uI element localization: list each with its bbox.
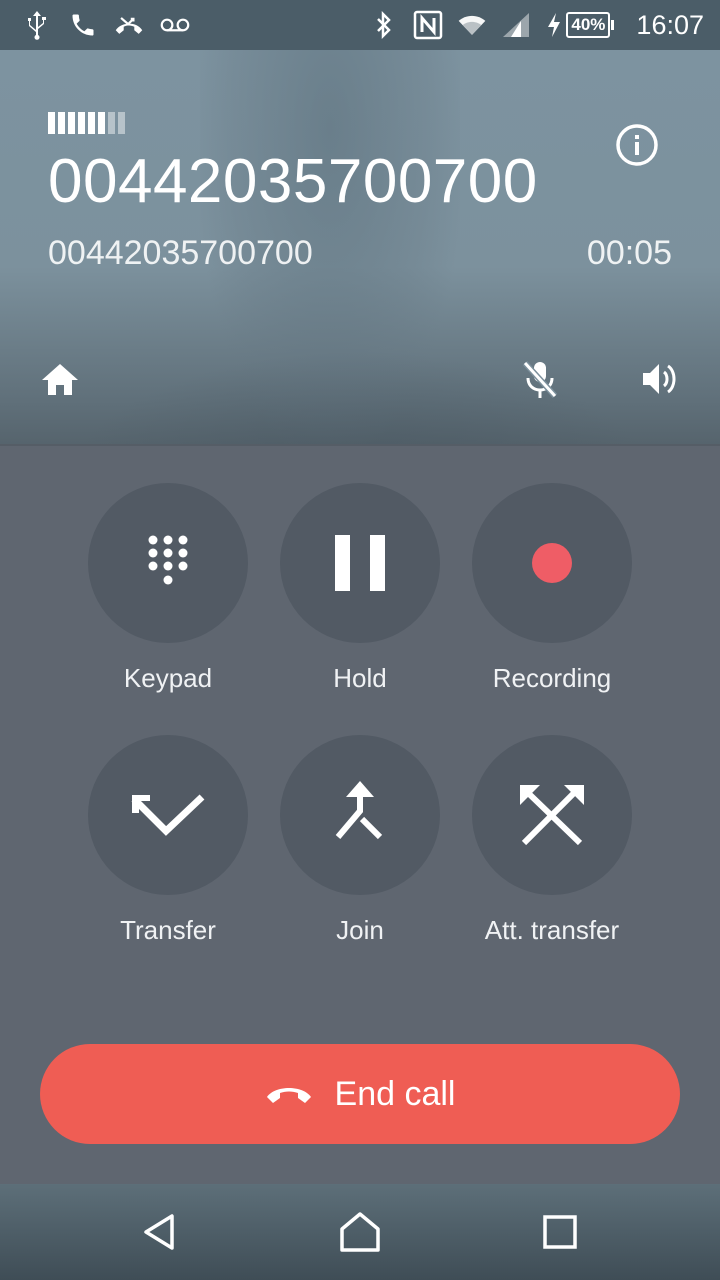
home-outline-icon — [340, 1212, 380, 1252]
dialpad-icon — [148, 535, 188, 585]
keypad-circle[interactable] — [88, 483, 248, 643]
end-call-label: End call — [334, 1074, 456, 1113]
att-transfer-circle[interactable] — [472, 735, 632, 895]
recents-icon — [543, 1215, 577, 1249]
att-transfer-button[interactable]: Att. transfer — [452, 735, 652, 946]
charging-icon — [545, 10, 563, 40]
att-transfer-label: Att. transfer — [484, 915, 620, 945]
join-label: Join — [336, 915, 384, 945]
battery-percent: 40% — [566, 12, 615, 38]
voicemail-icon — [160, 10, 190, 40]
speaker-button[interactable] — [632, 351, 688, 407]
hold-button[interactable]: Hold — [260, 483, 460, 694]
bluetooth-icon — [369, 10, 399, 40]
caller-number: 00442035700700 — [48, 234, 313, 272]
info-button[interactable] — [614, 122, 660, 168]
missed-call-icon — [114, 10, 144, 40]
contact-placeholder-shoulders — [60, 350, 660, 444]
status-bar: 40% 16:07 — [0, 0, 720, 50]
end-call-button[interactable]: End call — [40, 1044, 680, 1144]
quality-bar — [108, 112, 115, 134]
back-icon — [144, 1214, 174, 1250]
call-quality-indicator — [48, 112, 125, 134]
call-duration: 00:05 — [586, 234, 672, 272]
battery-indicator: 40% — [545, 10, 615, 40]
quality-bar — [88, 112, 95, 134]
recents-button[interactable] — [520, 1202, 600, 1262]
caller-name: 00442035700700 — [48, 147, 538, 216]
record-icon — [532, 543, 572, 583]
keypad-button[interactable]: Keypad — [68, 483, 268, 694]
caller-header: 00442035700700 00442035700700 00:05 — [0, 50, 720, 444]
pause-icon — [335, 535, 385, 591]
quality-bar — [118, 112, 125, 134]
home-icon — [42, 364, 78, 395]
clock: 16:07 — [636, 9, 704, 40]
hold-circle[interactable] — [280, 483, 440, 643]
transfer-circle[interactable] — [88, 735, 248, 895]
hold-label: Hold — [333, 663, 387, 693]
recording-button[interactable]: Recording — [452, 483, 652, 694]
quality-bar — [78, 112, 85, 134]
hang-up-icon — [266, 1088, 311, 1103]
speaker-icon — [643, 364, 676, 394]
navigation-bar — [0, 1184, 720, 1280]
keypad-label: Keypad — [123, 663, 213, 693]
info-icon — [616, 124, 658, 166]
back-button[interactable] — [120, 1202, 200, 1262]
join-button[interactable]: Join — [260, 735, 460, 946]
quality-bar — [68, 112, 75, 134]
attended-transfer-icon — [520, 785, 584, 846]
wifi-icon — [457, 10, 487, 40]
transfer-label: Transfer — [120, 915, 216, 945]
usb-icon — [22, 10, 52, 40]
merge-icon — [335, 781, 383, 840]
recording-label: Recording — [492, 663, 612, 693]
transfer-button[interactable]: Transfer — [68, 735, 268, 946]
quality-bar — [48, 112, 55, 134]
phone-call-icon — [68, 10, 98, 40]
quality-bar — [58, 112, 65, 134]
join-circle[interactable] — [280, 735, 440, 895]
mute-button[interactable] — [512, 351, 568, 407]
home-button[interactable] — [32, 351, 88, 407]
quality-bar — [98, 112, 105, 134]
cell-signal-icon — [501, 10, 531, 40]
nfc-icon — [413, 10, 443, 40]
recording-circle[interactable] — [472, 483, 632, 643]
mic-off-icon — [522, 360, 558, 399]
transfer-icon — [131, 794, 205, 836]
home-nav-button[interactable] — [320, 1202, 400, 1262]
